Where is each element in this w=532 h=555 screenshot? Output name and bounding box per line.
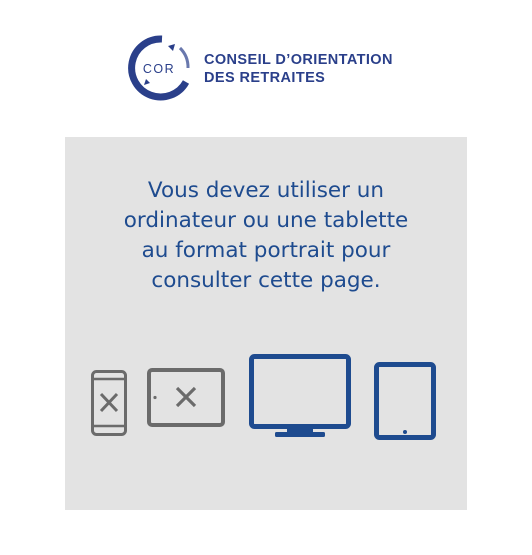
tablet-landscape-icon xyxy=(147,368,225,427)
message-line: ordinateur ou une tablette xyxy=(123,208,409,233)
logo-name: CONSEIL D’ORIENTATION DES RETRAITES xyxy=(204,51,393,87)
message-line: au format portrait pour xyxy=(141,238,391,263)
orientation-message: Vous devez utiliser un ordinateur ou une… xyxy=(65,176,467,296)
message-line: Vous devez utiliser un xyxy=(147,178,385,203)
page: COR CONSEIL D’ORIENTATION DES RETRAITES … xyxy=(0,0,532,555)
logo-name-line2: DES RETRAITES xyxy=(204,70,326,86)
cor-logo-mark: COR xyxy=(128,35,190,101)
cor-logo: COR CONSEIL D’ORIENTATION DES RETRAITES xyxy=(128,32,408,104)
smartphone-icon xyxy=(91,370,127,436)
message-line: consulter cette page. xyxy=(151,268,381,293)
logo-monogram: COR xyxy=(143,62,175,76)
tablet-portrait-icon xyxy=(374,362,436,440)
orientation-notice-panel: Vous devez utiliser un ordinateur ou une… xyxy=(65,137,467,510)
desktop-monitor-icon xyxy=(249,354,351,437)
logo-name-line1: CONSEIL D’ORIENTATION xyxy=(204,52,393,68)
